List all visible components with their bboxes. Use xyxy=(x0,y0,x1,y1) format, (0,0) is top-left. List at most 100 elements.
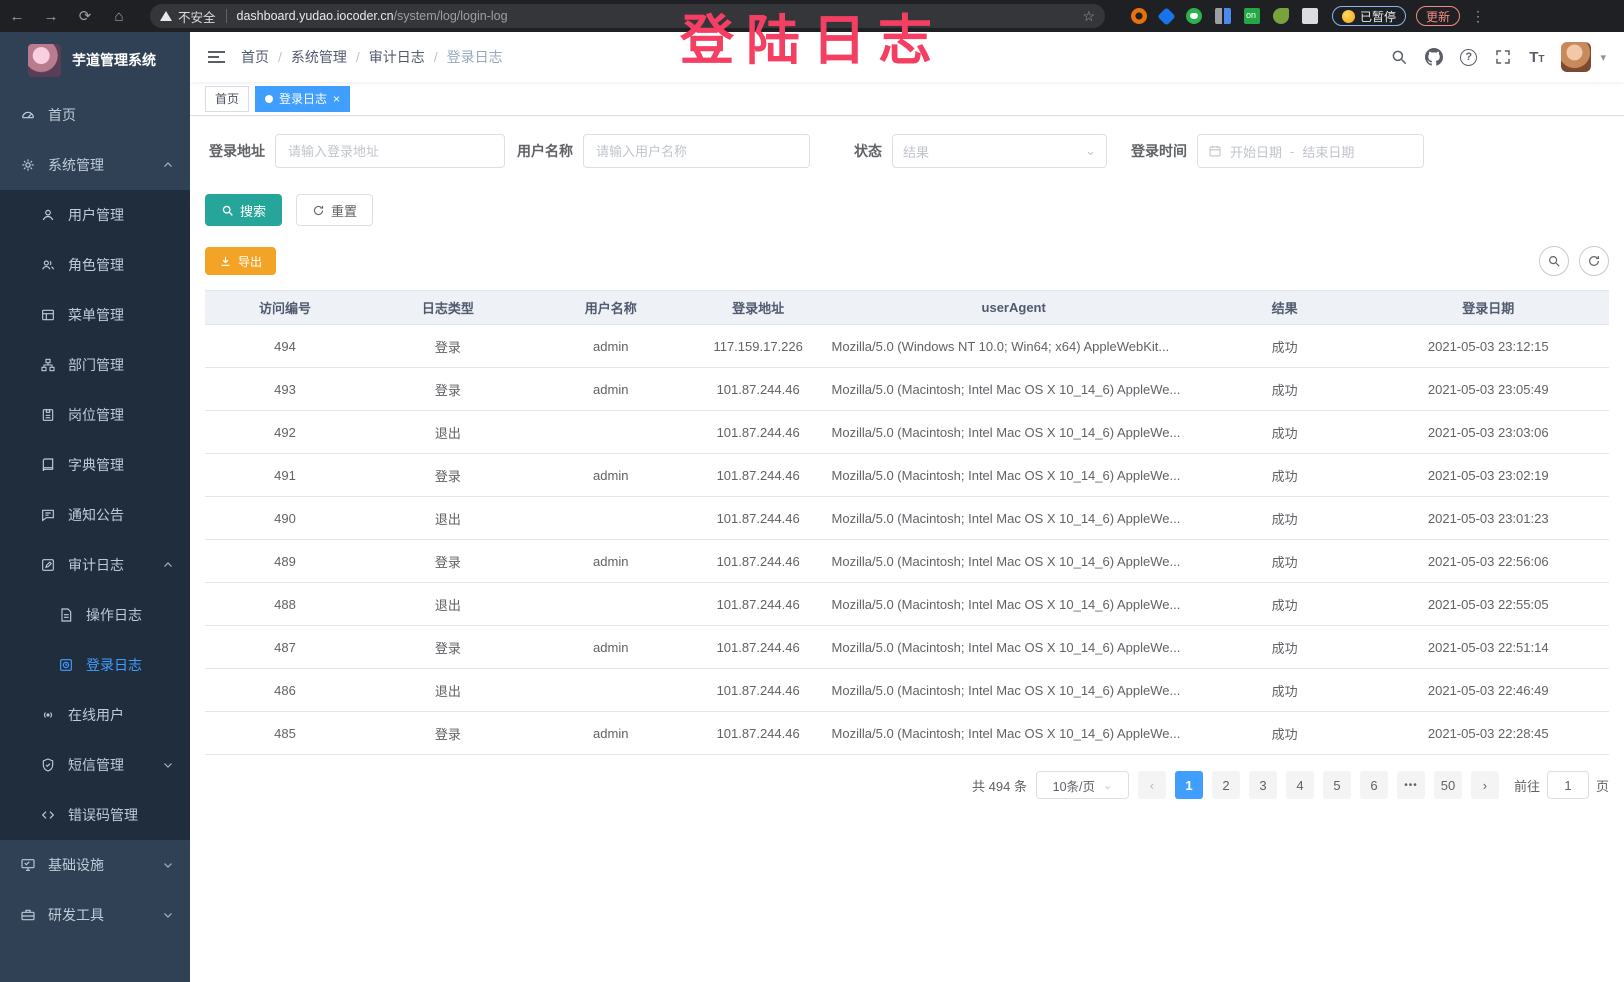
table-row: 487 登录 admin 101.87.244.46 Mozilla/5.0 (… xyxy=(205,626,1609,669)
address-input[interactable] xyxy=(275,134,505,168)
sidebar-menu-item[interactable]: 首页 xyxy=(0,90,190,140)
sidebar-menu-item[interactable]: 登录日志 xyxy=(0,640,190,690)
breadcrumb-item[interactable]: 审计日志 / xyxy=(369,47,447,67)
font-size-icon[interactable]: TT xyxy=(1529,49,1544,66)
breadcrumb-item[interactable]: 系统管理 / xyxy=(291,47,369,67)
menu-expand-icon xyxy=(162,909,174,921)
tags-view-bar: 首页 × 登录日志 × xyxy=(190,82,1624,116)
sidebar-menu-item[interactable]: 操作日志 xyxy=(0,590,190,640)
avatar-caret-icon[interactable]: ▾ xyxy=(1600,51,1606,64)
green-leaf-extension-icon[interactable] xyxy=(1273,8,1289,24)
breadcrumb-item[interactable]: 登录日志 / xyxy=(447,47,503,67)
username-input[interactable] xyxy=(583,134,810,168)
bookmark-star-icon[interactable]: ☆ xyxy=(1082,8,1095,25)
page-tag[interactable]: 登录日志 × xyxy=(255,86,350,112)
paused-extension-pill[interactable]: 已暂停 xyxy=(1332,6,1406,26)
sidebar-menu-item[interactable]: 研发工具 xyxy=(0,890,190,940)
sidebar-logo-row[interactable]: 芋道管理系统 xyxy=(0,32,190,88)
browser-forward-icon[interactable]: → xyxy=(34,8,68,25)
toggle-search-button[interactable] xyxy=(1539,246,1569,276)
menu-item-icon xyxy=(20,857,36,873)
breadcrumb-label[interactable]: 系统管理 xyxy=(291,47,347,67)
sidebar-menu-item[interactable]: 短信管理 xyxy=(0,740,190,790)
green-heart-extension-icon[interactable] xyxy=(1186,8,1202,24)
sidebar-menu-item[interactable]: 系统管理 xyxy=(0,140,190,190)
search-button[interactable]: 搜索 xyxy=(205,194,282,226)
export-button[interactable]: 导出 xyxy=(205,247,276,275)
cell-login-date: 2021-05-03 22:56:06 xyxy=(1367,540,1609,583)
sidebar: 芋道管理系统 首页 系统管理 用户管理 角色管理 菜单管理 部门管理 岗位管理 … xyxy=(0,32,190,982)
page-number-button[interactable]: 50 xyxy=(1434,771,1462,799)
page-number-button[interactable]: 2 xyxy=(1212,771,1240,799)
sidebar-menu-item[interactable]: 用户管理 xyxy=(0,190,190,240)
status-label: 状态 xyxy=(852,141,892,161)
breadcrumb-separator: / xyxy=(356,49,360,65)
status-select[interactable]: 结果 ⌄ xyxy=(892,134,1107,168)
page-number-button[interactable]: 5 xyxy=(1323,771,1351,799)
breadcrumb-item[interactable]: 首页 / xyxy=(241,47,291,67)
emoji-face-icon xyxy=(1342,10,1355,23)
prev-page-button[interactable]: ‹ xyxy=(1138,771,1166,799)
not-secure-label[interactable]: 不安全 xyxy=(178,7,216,26)
breadcrumb-label[interactable]: 登录日志 xyxy=(447,47,503,67)
cell-result: 成功 xyxy=(1202,583,1368,626)
breadcrumb-label[interactable]: 审计日志 xyxy=(369,47,425,67)
orange-ring-extension-icon[interactable] xyxy=(1131,8,1147,24)
sidebar-menu-item[interactable]: 基础设施 xyxy=(0,840,190,890)
question-icon[interactable]: ? xyxy=(1460,49,1477,66)
page-size-select[interactable]: 10条/页 ⌄ xyxy=(1036,771,1129,799)
page-number-button[interactable]: 4 xyxy=(1286,771,1314,799)
date-range-picker[interactable]: 开始日期 - 结束日期 xyxy=(1197,134,1424,168)
puzzle-extension-icon[interactable] xyxy=(1302,8,1318,24)
menu-item-label: 研发工具 xyxy=(48,905,104,925)
menu-item-label: 角色管理 xyxy=(68,255,124,275)
page-number-button[interactable]: 1 xyxy=(1175,771,1203,799)
cell-id: 490 xyxy=(205,497,365,540)
menu-item-icon xyxy=(20,907,36,923)
sidebar-menu-item[interactable]: 菜单管理 xyxy=(0,290,190,340)
fullscreen-icon[interactable] xyxy=(1494,48,1512,66)
next-page-button[interactable]: › xyxy=(1471,771,1499,799)
breadcrumb-label[interactable]: 首页 xyxy=(241,47,269,67)
tabs-on-extension-icon[interactable] xyxy=(1244,8,1260,24)
cell-login-date: 2021-05-03 23:03:06 xyxy=(1367,411,1609,454)
browser-menu-icon[interactable]: ⋮ xyxy=(1470,8,1486,25)
browser-back-icon[interactable]: ← xyxy=(0,8,34,25)
cell-user-agent: Mozilla/5.0 (Macintosh; Intel Mac OS X 1… xyxy=(826,454,1202,497)
search-icon[interactable] xyxy=(1390,48,1408,66)
sidebar-menu-item[interactable]: 部门管理 xyxy=(0,340,190,390)
workspace-grid-extension-icon[interactable] xyxy=(1215,8,1231,24)
page-number-button[interactable]: 6 xyxy=(1360,771,1388,799)
cell-id: 485 xyxy=(205,712,365,755)
cell-username xyxy=(531,583,691,626)
page-tag[interactable]: 首页 × xyxy=(205,86,249,112)
sidebar-menu-item[interactable]: 在线用户 xyxy=(0,690,190,740)
cell-id: 489 xyxy=(205,540,365,583)
refresh-table-button[interactable] xyxy=(1579,246,1609,276)
menu-item-icon xyxy=(40,707,56,723)
browser-reload-icon[interactable]: ⟳ xyxy=(68,7,102,25)
address-bar[interactable]: 不安全 dashboard.yudao.iocoder.cn /system/l… xyxy=(150,4,1105,28)
cell-log-type: 退出 xyxy=(365,583,531,626)
hamburger-icon[interactable] xyxy=(208,51,225,63)
github-icon[interactable] xyxy=(1425,48,1443,66)
chrome-update-button[interactable]: 更新 xyxy=(1416,6,1460,26)
page-number-button[interactable]: ••• xyxy=(1397,771,1425,799)
tag-close-icon[interactable]: × xyxy=(333,92,340,106)
browser-home-icon[interactable]: ⌂ xyxy=(102,8,136,25)
address-label: 登录地址 xyxy=(205,141,275,161)
breadcrumb: 首页 / 系统管理 / 审计日志 / 登录日志 / xyxy=(241,47,503,67)
reset-button[interactable]: 重置 xyxy=(296,194,373,226)
blue-gem-extension-icon[interactable] xyxy=(1157,7,1175,25)
sidebar-menu-item[interactable]: 错误码管理 xyxy=(0,790,190,840)
page-number-button[interactable]: 3 xyxy=(1249,771,1277,799)
sidebar-menu-item[interactable]: 审计日志 xyxy=(0,540,190,590)
export-button-label: 导出 xyxy=(238,253,262,270)
sidebar-menu-item[interactable]: 岗位管理 xyxy=(0,390,190,440)
goto-page-input[interactable] xyxy=(1547,771,1589,799)
user-avatar[interactable] xyxy=(1561,42,1591,72)
sidebar-menu-item[interactable]: 字典管理 xyxy=(0,440,190,490)
sidebar-menu-item[interactable]: 通知公告 xyxy=(0,490,190,540)
sidebar-menu-item[interactable]: 角色管理 xyxy=(0,240,190,290)
menu-item-icon xyxy=(40,457,56,473)
